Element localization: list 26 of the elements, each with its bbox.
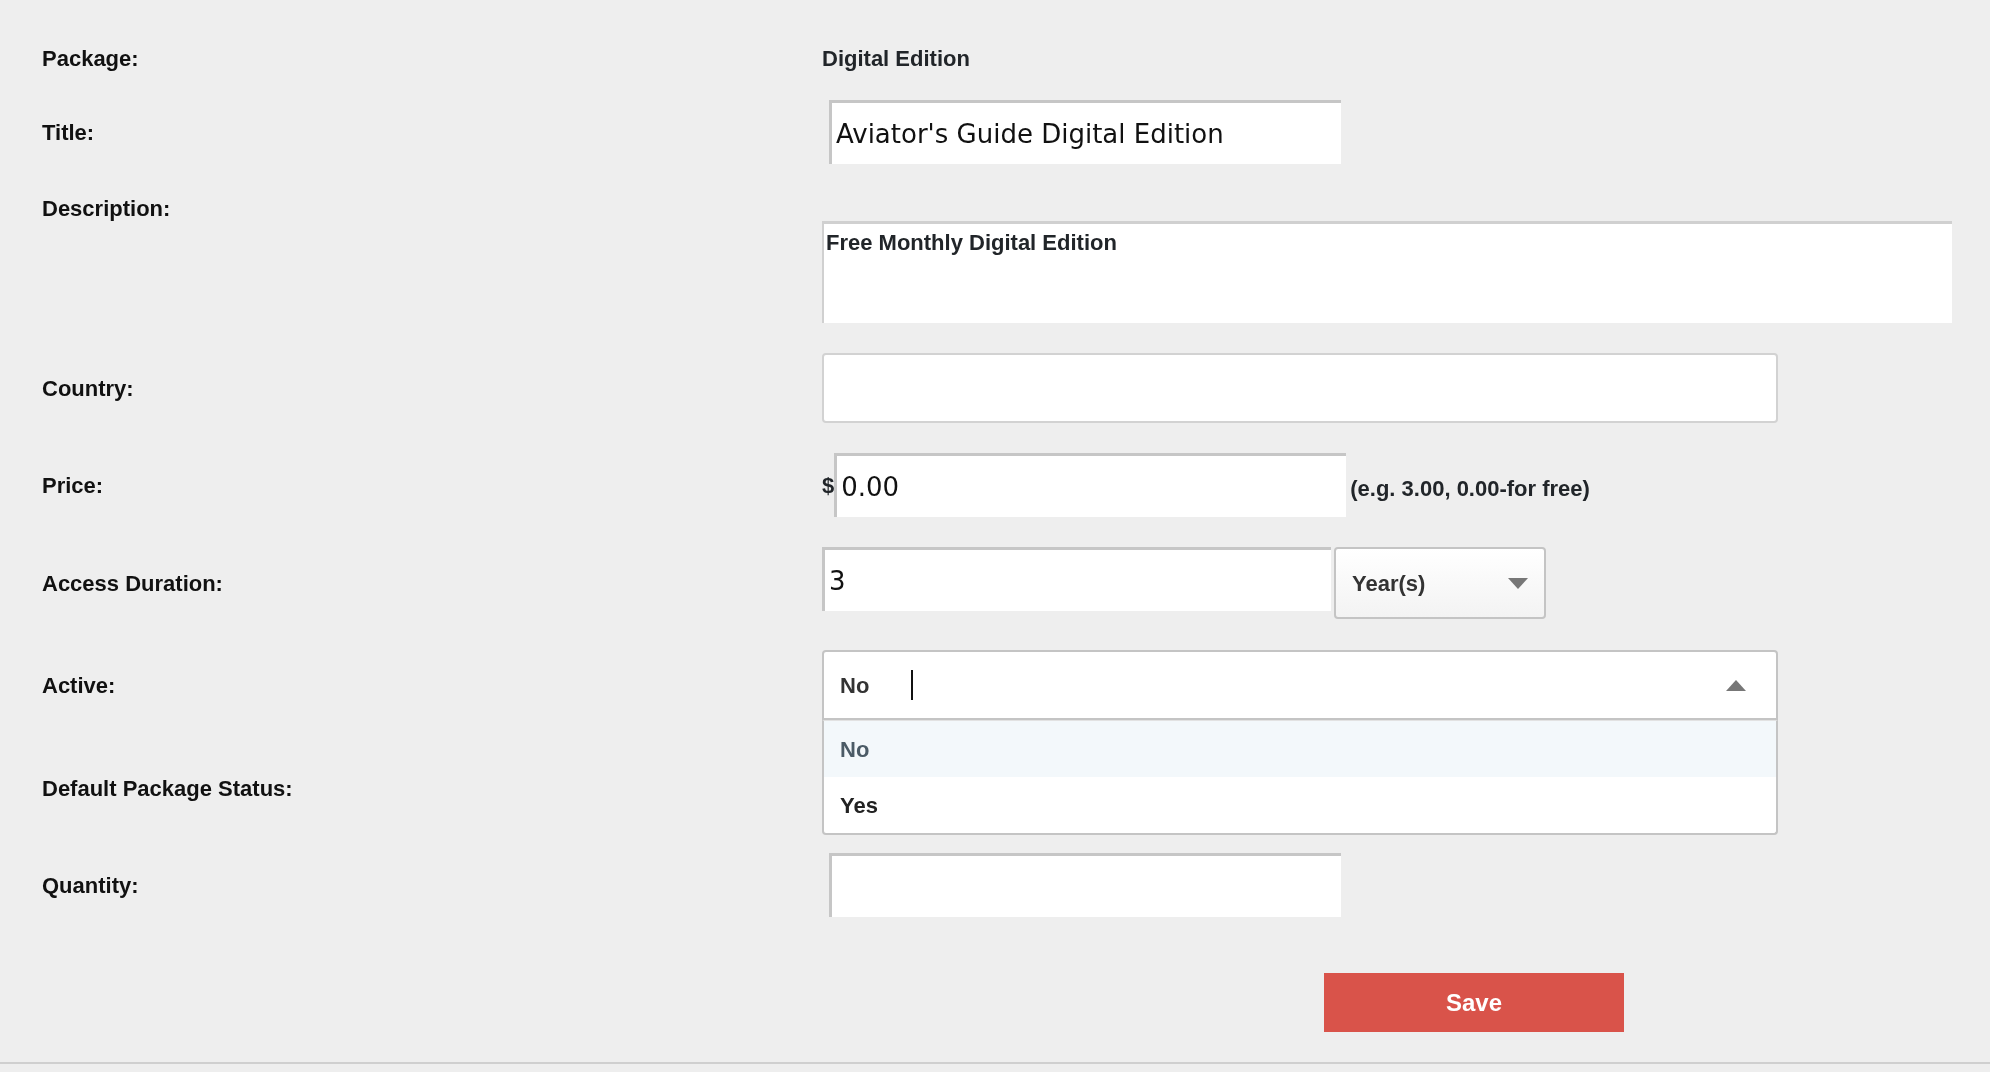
dropdown-option[interactable]: Yes [824, 777, 1776, 833]
caret-up-icon [1726, 679, 1746, 691]
currency-symbol: $ [822, 471, 835, 500]
field-label: Default Package Status: [41, 774, 294, 803]
caret-down-icon [1508, 577, 1528, 589]
save-button[interactable]: Save [1324, 973, 1624, 1032]
field-label: Package: [41, 44, 140, 73]
description-field[interactable]: Free Monthly Digital Edition [822, 221, 1952, 323]
text-cursor [911, 670, 914, 700]
text-field[interactable] [829, 853, 1341, 917]
field-value: Digital Edition [822, 45, 970, 71]
price-field[interactable]: 0.00 [834, 453, 1347, 517]
field-label: Access Duration: [41, 569, 224, 598]
field-label: Title: [41, 118, 96, 147]
country-field[interactable] [822, 353, 1778, 423]
field-label: Description: [41, 195, 172, 223]
price-hint: (e.g. 3.00, 0.00-for free) [1350, 474, 1590, 503]
field-label: Quantity: [41, 871, 140, 900]
field-label: Price: [41, 471, 105, 500]
unit-select[interactable]: Year(s) [1334, 547, 1546, 619]
active-select[interactable]: No [822, 650, 1778, 720]
text-field[interactable]: Aviator's Guide Digital Edition [829, 100, 1341, 164]
duration-field[interactable]: 3 [822, 547, 1331, 611]
field-label: Country: [41, 374, 135, 403]
field-label: Active: [41, 671, 117, 700]
dropdown-option[interactable]: No [824, 721, 1776, 777]
